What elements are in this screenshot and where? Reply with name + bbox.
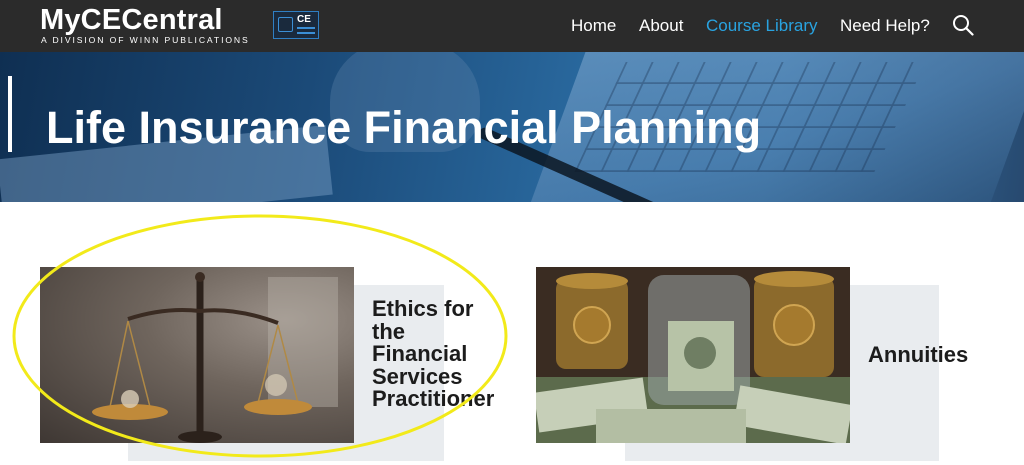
highlight-annotation-ellipse (12, 214, 508, 458)
logo-subtitle: A DIVISION OF WINN PUBLICATIONS (41, 35, 250, 45)
nav-link-about[interactable]: About (639, 14, 683, 38)
nav-link-need-help[interactable]: Need Help? (840, 14, 930, 38)
site-logo[interactable]: MyCECentral A DIVISION OF WINN PUBLICATI… (40, 4, 255, 46)
course-title-line: Annuities (868, 342, 969, 367)
logo-main-text: MyCECentral (40, 4, 223, 36)
hero-banner: Life Insurance Financial Planning (0, 52, 1024, 202)
ce-badge-icon: CE (273, 11, 319, 39)
nav-link-home[interactable]: Home (571, 14, 616, 38)
top-navbar: MyCECentral A DIVISION OF WINN PUBLICATI… (0, 0, 1024, 52)
ce-badge-text: CE (297, 14, 311, 25)
search-icon[interactable] (952, 14, 974, 36)
nav-link-course-library[interactable]: Course Library (706, 14, 818, 38)
hero-accent-bar (8, 76, 12, 152)
money-jars-icon (536, 271, 850, 443)
course-title-annuities[interactable]: Annuities (868, 342, 969, 367)
ce-emblem-icon (278, 17, 293, 32)
money-jars-image[interactable] (536, 267, 850, 443)
page-title: Life Insurance Financial Planning (46, 102, 762, 153)
ce-badge-line (297, 27, 315, 29)
ce-badge-line (297, 32, 315, 34)
